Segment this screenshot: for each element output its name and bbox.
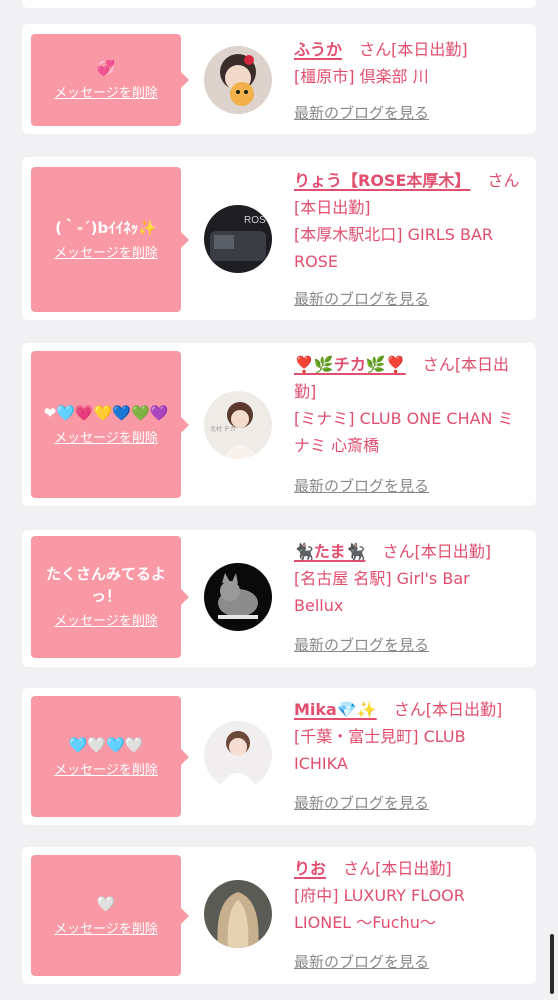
work-status: [本日出勤] [425,700,503,719]
cast-info: Mika💎✨ さん[本日出勤] [千葉・富士見町] CLUB ICHIKA [294,696,522,777]
message-bubble: 🤍 メッセージを削除 [31,855,189,976]
shop-name: [府中] LUXURY FLOOR LIONEL 〜Fuchu〜 [294,886,465,932]
message-text: たくさんみてるよっ！ [45,565,166,605]
shop-name: [橿原市] 倶楽部 川 [294,67,429,86]
latest-blog-link[interactable]: 最新のブログを見る [294,635,429,655]
avatar-cat-icon [204,563,272,631]
latest-blog-link[interactable]: 最新のブログを見る [294,793,429,813]
message-card: (｀-´)bｲｲﾈｯ✨ メッセージを削除 ROS りょう【ROSE本厚木】 さん… [22,157,536,320]
avatar[interactable] [204,880,272,948]
cast-info: 🐈‍⬛たま🐈‍⬛ さん[本日出勤] [名古屋 名駅] Girl's Bar Be… [294,538,522,619]
message-card: たくさんみてるよっ！ メッセージを削除 🐈‍⬛たま🐈‍⬛ さん[本日出勤] [名… [22,530,536,667]
avatar-photo-icon: ROS [204,205,272,273]
honorific: さん [487,171,520,190]
svg-text:ROS: ROS [244,215,266,226]
cast-name-link[interactable]: Mika💎✨ [294,700,377,719]
avatar-photo-icon [204,721,272,789]
avatar-photo-icon [204,46,272,114]
previous-card-edge [22,0,536,8]
shop-name: [ミナミ] CLUB ONE CHAN ミナミ 心斎橋 [294,409,514,455]
message-card: ❤🩵💗💛💙💚💜 メッセージを削除 北村 チカ ❣️🌿チカ🌿❣️ さん[本日出勤]… [22,343,536,506]
honorific: さん [393,700,426,719]
avatar-hair-icon [204,880,272,948]
delete-message-link[interactable]: メッセージを削除 [54,762,158,780]
scrollbar-thumb[interactable] [550,934,554,994]
shop-name: [千葉・富士見町] CLUB ICHIKA [294,727,466,773]
message-card: 🤍 メッセージを削除 りお さん[本日出勤] [府中] LUXURY FLOOR… [22,847,536,984]
message-bubble: 🩵🤍🩵🤍 メッセージを削除 [31,696,189,817]
message-bubble: 💞 メッセージを削除 [31,34,189,126]
delete-message-link[interactable]: メッセージを削除 [54,85,158,103]
avatar[interactable] [204,563,272,631]
work-status: [本日出勤] [391,40,468,59]
honorific: さん [343,859,376,878]
cast-info: ふうか さん[本日出勤] [橿原市] 倶楽部 川 [294,36,522,90]
avatar[interactable] [204,721,272,789]
avatar[interactable] [204,46,272,114]
avatar[interactable]: 北村 チカ [204,391,272,459]
shop-name: [本厚木駅北口] GIRLS BAR ROSE [294,225,494,271]
delete-message-link[interactable]: メッセージを削除 [54,921,158,939]
message-text: (｀-´)bｲｲﾈｯ✨ [55,218,157,237]
honorific: さん [359,40,392,59]
message-text: 🤍 [96,894,116,913]
svg-text:北村 チカ: 北村 チカ [210,425,236,433]
message-feed: 💞 メッセージを削除 ふうか さん[本日出勤] [橿原市] 倶楽部 川 最新のブ… [0,0,558,1000]
cast-name-link[interactable]: 🐈‍⬛たま🐈‍⬛ [294,542,365,561]
cast-info: りょう【ROSE本厚木】 さん [本日出勤] [本厚木駅北口] GIRLS BAR… [294,167,522,275]
honorific: さん [382,542,415,561]
shop-name: [名古屋 名駅] Girl's Bar Bellux [294,569,470,615]
honorific: さん [422,355,455,374]
cast-info: ❣️🌿チカ🌿❣️ さん[本日出勤] [ミナミ] CLUB ONE CHAN ミナ… [294,351,522,459]
avatar-photo-icon: 北村 チカ [204,391,272,459]
message-bubble: ❤🩵💗💛💙💚💜 メッセージを削除 [31,351,189,498]
message-text: 💞 [96,59,116,77]
latest-blog-link[interactable]: 最新のブログを見る [294,289,429,309]
avatar[interactable]: ROS [204,205,272,273]
delete-message-link[interactable]: メッセージを削除 [54,613,158,631]
work-status: [本日出勤] [294,198,371,217]
cast-name-link[interactable]: りお [294,859,326,878]
cast-name-link[interactable]: ❣️🌿チカ🌿❣️ [294,355,406,374]
message-bubble: たくさんみてるよっ！ メッセージを削除 [31,536,189,658]
message-text: 🩵🤍🩵🤍 [68,735,144,754]
cast-name-link[interactable]: ふうか [294,40,342,59]
work-status: [本日出勤] [414,542,491,561]
delete-message-link[interactable]: メッセージを削除 [54,430,158,448]
work-status: [本日出勤] [375,859,452,878]
message-text: ❤🩵💗💛💙💚💜 [43,403,169,422]
latest-blog-link[interactable]: 最新のブログを見る [294,952,429,972]
cast-name-link[interactable]: りょう【ROSE本厚木】 [294,171,470,190]
message-bubble: (｀-´)bｲｲﾈｯ✨ メッセージを削除 [31,167,189,312]
message-card: 💞 メッセージを削除 ふうか さん[本日出勤] [橿原市] 倶楽部 川 最新のブ… [22,24,536,134]
cast-info: りお さん[本日出勤] [府中] LUXURY FLOOR LIONEL 〜Fu… [294,855,522,936]
latest-blog-link[interactable]: 最新のブログを見る [294,103,429,123]
delete-message-link[interactable]: メッセージを削除 [54,245,158,263]
latest-blog-link[interactable]: 最新のブログを見る [294,476,429,496]
message-card: 🩵🤍🩵🤍 メッセージを削除 Mika💎✨ さん[本日出勤] [千葉・富士見町] … [22,688,536,825]
